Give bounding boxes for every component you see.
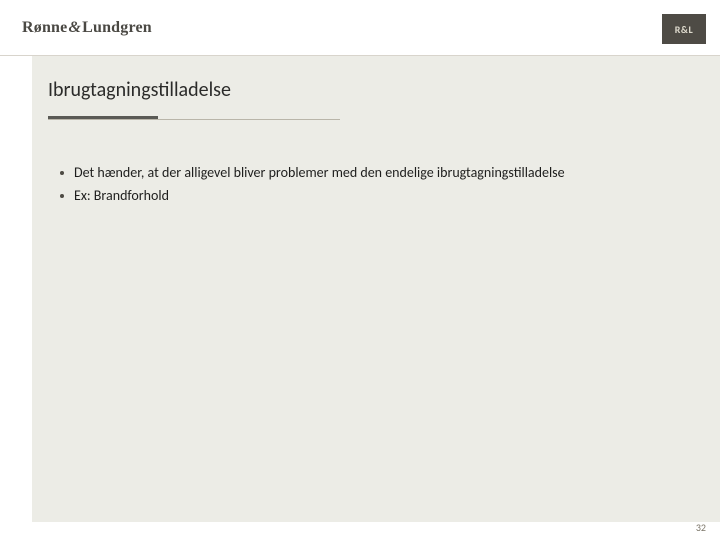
brand-last: Lundgren [82,19,152,36]
logo-badge: R&L [662,14,706,44]
page-number: 32 [696,521,706,534]
bullet-icon [60,194,64,198]
brand-logo-text: Rønne&Lundgren [22,19,152,37]
header-bar: Rønne&Lundgren [0,0,720,56]
list-item: Ex: Brandforhold [60,187,682,206]
slide: Rønne&Lundgren R&L Ibrugtagningstilladel… [0,0,720,540]
slide-title-block: Ibrugtagningstilladelse [48,78,348,120]
brand-ampersand: & [67,19,82,36]
bullet-icon [60,171,64,175]
list-item: Det hænder, at der alligevel bliver prob… [60,164,682,183]
bullet-list: Det hænder, at der alligevel bliver prob… [60,164,682,210]
bullet-text: Det hænder, at der alligevel bliver prob… [74,164,682,183]
logo-badge-text: R&L [675,23,693,36]
slide-title: Ibrugtagningstilladelse [48,78,348,116]
bullet-text: Ex: Brandforhold [74,187,169,206]
title-underline [48,119,340,120]
content-background [32,56,720,522]
brand-first: Rønne [22,19,67,36]
